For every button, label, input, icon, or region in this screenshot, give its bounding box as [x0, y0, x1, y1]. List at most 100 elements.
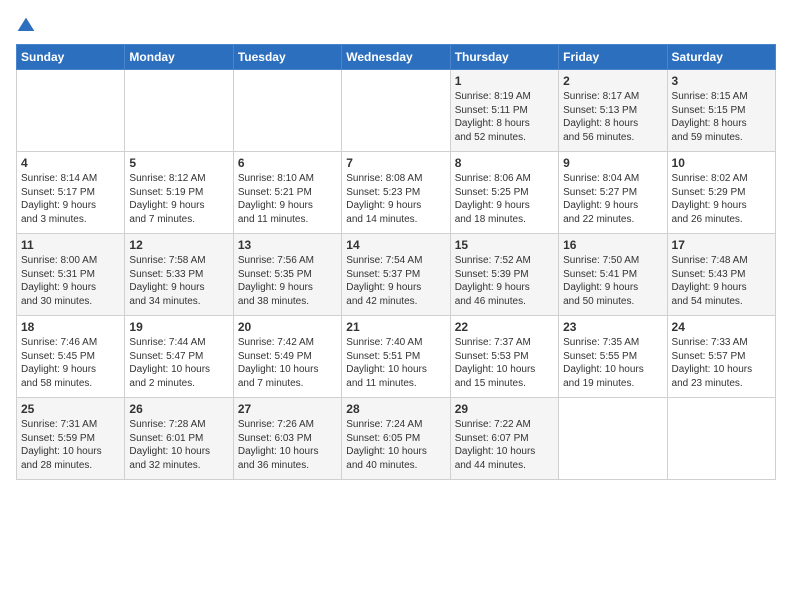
- day-number: 7: [346, 156, 445, 170]
- calendar-cell: 23 Sunrise: 7:35 AM Sunset: 5:55 PM Dayli…: [559, 316, 667, 398]
- day-number: 28: [346, 402, 445, 416]
- day-info: Sunrise: 8:15 AM Sunset: 5:15 PM Dayligh…: [672, 90, 771, 144]
- weekday-header-tuesday: Tuesday: [233, 45, 341, 70]
- day-number: 1: [455, 74, 554, 88]
- day-number: 6: [238, 156, 337, 170]
- day-info: Sunrise: 7:24 AM Sunset: 6:05 PM Dayligh…: [346, 418, 445, 472]
- day-number: 4: [21, 156, 120, 170]
- day-number: 27: [238, 402, 337, 416]
- day-number: 2: [563, 74, 662, 88]
- weekday-header-sunday: Sunday: [17, 45, 125, 70]
- day-info: Sunrise: 7:50 AM Sunset: 5:41 PM Dayligh…: [563, 254, 662, 308]
- calendar-cell: [342, 70, 450, 152]
- day-number: 25: [21, 402, 120, 416]
- calendar-cell: [233, 70, 341, 152]
- day-number: 10: [672, 156, 771, 170]
- calendar-cell: 5 Sunrise: 8:12 AM Sunset: 5:19 PM Daylig…: [125, 152, 233, 234]
- day-number: 17: [672, 238, 771, 252]
- calendar-cell: 9 Sunrise: 8:04 AM Sunset: 5:27 PM Daylig…: [559, 152, 667, 234]
- day-info: Sunrise: 8:00 AM Sunset: 5:31 PM Dayligh…: [21, 254, 120, 308]
- calendar-cell: 24 Sunrise: 7:33 AM Sunset: 5:57 PM Dayli…: [667, 316, 775, 398]
- weekday-header-saturday: Saturday: [667, 45, 775, 70]
- day-number: 21: [346, 320, 445, 334]
- calendar-cell: 18 Sunrise: 7:46 AM Sunset: 5:45 PM Dayli…: [17, 316, 125, 398]
- calendar-cell: [125, 70, 233, 152]
- calendar-table: SundayMondayTuesdayWednesdayThursdayFrid…: [16, 44, 776, 480]
- day-number: 14: [346, 238, 445, 252]
- calendar-cell: 15 Sunrise: 7:52 AM Sunset: 5:39 PM Dayli…: [450, 234, 558, 316]
- day-info: Sunrise: 7:40 AM Sunset: 5:51 PM Dayligh…: [346, 336, 445, 390]
- day-info: Sunrise: 7:54 AM Sunset: 5:37 PM Dayligh…: [346, 254, 445, 308]
- day-info: Sunrise: 8:14 AM Sunset: 5:17 PM Dayligh…: [21, 172, 120, 226]
- calendar-cell: 22Sunrise: 7:37 AM Sunset: 5:53 PM Dayli…: [450, 316, 558, 398]
- calendar-cell: 25 Sunrise: 7:31 AM Sunset: 5:59 PM Dayli…: [17, 398, 125, 480]
- day-number: 8: [455, 156, 554, 170]
- calendar-cell: 12Sunrise: 7:58 AM Sunset: 5:33 PM Dayli…: [125, 234, 233, 316]
- calendar-cell: 19 Sunrise: 7:44 AM Sunset: 5:47 PM Dayli…: [125, 316, 233, 398]
- day-info: Sunrise: 8:04 AM Sunset: 5:27 PM Dayligh…: [563, 172, 662, 226]
- calendar-cell: 7 Sunrise: 8:08 AM Sunset: 5:23 PM Daylig…: [342, 152, 450, 234]
- day-info: Sunrise: 7:46 AM Sunset: 5:45 PM Dayligh…: [21, 336, 120, 390]
- calendar-cell: 27 Sunrise: 7:26 AM Sunset: 6:03 PM Dayli…: [233, 398, 341, 480]
- day-info: Sunrise: 7:35 AM Sunset: 5:55 PM Dayligh…: [563, 336, 662, 390]
- day-number: 12: [129, 238, 228, 252]
- calendar-cell: 20 Sunrise: 7:42 AM Sunset: 5:49 PM Dayli…: [233, 316, 341, 398]
- calendar-cell: 17 Sunrise: 7:48 AM Sunset: 5:43 PM Dayli…: [667, 234, 775, 316]
- header: [16, 16, 776, 36]
- day-info: Sunrise: 8:10 AM Sunset: 5:21 PM Dayligh…: [238, 172, 337, 226]
- weekday-header-thursday: Thursday: [450, 45, 558, 70]
- day-number: 13: [238, 238, 337, 252]
- day-number: 15: [455, 238, 554, 252]
- calendar-cell: 21 Sunrise: 7:40 AM Sunset: 5:51 PM Dayli…: [342, 316, 450, 398]
- calendar-cell: 26Sunrise: 7:28 AM Sunset: 6:01 PM Dayli…: [125, 398, 233, 480]
- day-info: Sunrise: 7:48 AM Sunset: 5:43 PM Dayligh…: [672, 254, 771, 308]
- calendar-cell: [667, 398, 775, 480]
- logo: [16, 16, 40, 36]
- week-row-2: 11 Sunrise: 8:00 AM Sunset: 5:31 PM Dayli…: [17, 234, 776, 316]
- calendar-cell: 28 Sunrise: 7:24 AM Sunset: 6:05 PM Dayli…: [342, 398, 450, 480]
- day-info: Sunrise: 7:42 AM Sunset: 5:49 PM Dayligh…: [238, 336, 337, 390]
- day-info: Sunrise: 8:19 AM Sunset: 5:11 PM Dayligh…: [455, 90, 554, 144]
- day-number: 3: [672, 74, 771, 88]
- day-info: Sunrise: 8:08 AM Sunset: 5:23 PM Dayligh…: [346, 172, 445, 226]
- calendar-cell: 14 Sunrise: 7:54 AM Sunset: 5:37 PM Dayli…: [342, 234, 450, 316]
- calendar-cell: 10 Sunrise: 8:02 AM Sunset: 5:29 PM Dayli…: [667, 152, 775, 234]
- calendar-cell: 13 Sunrise: 7:56 AM Sunset: 5:35 PM Dayli…: [233, 234, 341, 316]
- calendar-cell: 2 Sunrise: 8:17 AM Sunset: 5:13 PM Daylig…: [559, 70, 667, 152]
- day-number: 16: [563, 238, 662, 252]
- day-number: 19: [129, 320, 228, 334]
- day-info: Sunrise: 7:56 AM Sunset: 5:35 PM Dayligh…: [238, 254, 337, 308]
- week-row-4: 25 Sunrise: 7:31 AM Sunset: 5:59 PM Dayli…: [17, 398, 776, 480]
- day-number: 20: [238, 320, 337, 334]
- day-number: 24: [672, 320, 771, 334]
- page-container: SundayMondayTuesdayWednesdayThursdayFrid…: [0, 0, 792, 488]
- calendar-cell: 11 Sunrise: 8:00 AM Sunset: 5:31 PM Dayli…: [17, 234, 125, 316]
- weekday-header-row: SundayMondayTuesdayWednesdayThursdayFrid…: [17, 45, 776, 70]
- day-number: 5: [129, 156, 228, 170]
- calendar-cell: 1 Sunrise: 8:19 AM Sunset: 5:11 PM Daylig…: [450, 70, 558, 152]
- logo-icon: [16, 16, 36, 36]
- day-info: Sunrise: 7:26 AM Sunset: 6:03 PM Dayligh…: [238, 418, 337, 472]
- calendar-cell: 29 Sunrise: 7:22 AM Sunset: 6:07 PM Dayli…: [450, 398, 558, 480]
- day-number: 18: [21, 320, 120, 334]
- day-info: Sunrise: 7:52 AM Sunset: 5:39 PM Dayligh…: [455, 254, 554, 308]
- day-info: Sunrise: 8:12 AM Sunset: 5:19 PM Dayligh…: [129, 172, 228, 226]
- day-number: 11: [21, 238, 120, 252]
- day-number: 23: [563, 320, 662, 334]
- day-info: Sunrise: 8:06 AM Sunset: 5:25 PM Dayligh…: [455, 172, 554, 226]
- weekday-header-wednesday: Wednesday: [342, 45, 450, 70]
- day-number: 26: [129, 402, 228, 416]
- calendar-cell: 6 Sunrise: 8:10 AM Sunset: 5:21 PM Daylig…: [233, 152, 341, 234]
- day-info: Sunrise: 8:02 AM Sunset: 5:29 PM Dayligh…: [672, 172, 771, 226]
- day-info: Sunrise: 7:31 AM Sunset: 5:59 PM Dayligh…: [21, 418, 120, 472]
- day-info: Sunrise: 7:33 AM Sunset: 5:57 PM Dayligh…: [672, 336, 771, 390]
- day-info: Sunrise: 7:37 AM Sunset: 5:53 PM Dayligh…: [455, 336, 554, 390]
- day-number: 29: [455, 402, 554, 416]
- calendar-cell: 8 Sunrise: 8:06 AM Sunset: 5:25 PM Daylig…: [450, 152, 558, 234]
- day-info: Sunrise: 7:22 AM Sunset: 6:07 PM Dayligh…: [455, 418, 554, 472]
- calendar-cell: [17, 70, 125, 152]
- day-number: 9: [563, 156, 662, 170]
- day-info: Sunrise: 8:17 AM Sunset: 5:13 PM Dayligh…: [563, 90, 662, 144]
- calendar-cell: 16 Sunrise: 7:50 AM Sunset: 5:41 PM Dayli…: [559, 234, 667, 316]
- day-info: Sunrise: 7:44 AM Sunset: 5:47 PM Dayligh…: [129, 336, 228, 390]
